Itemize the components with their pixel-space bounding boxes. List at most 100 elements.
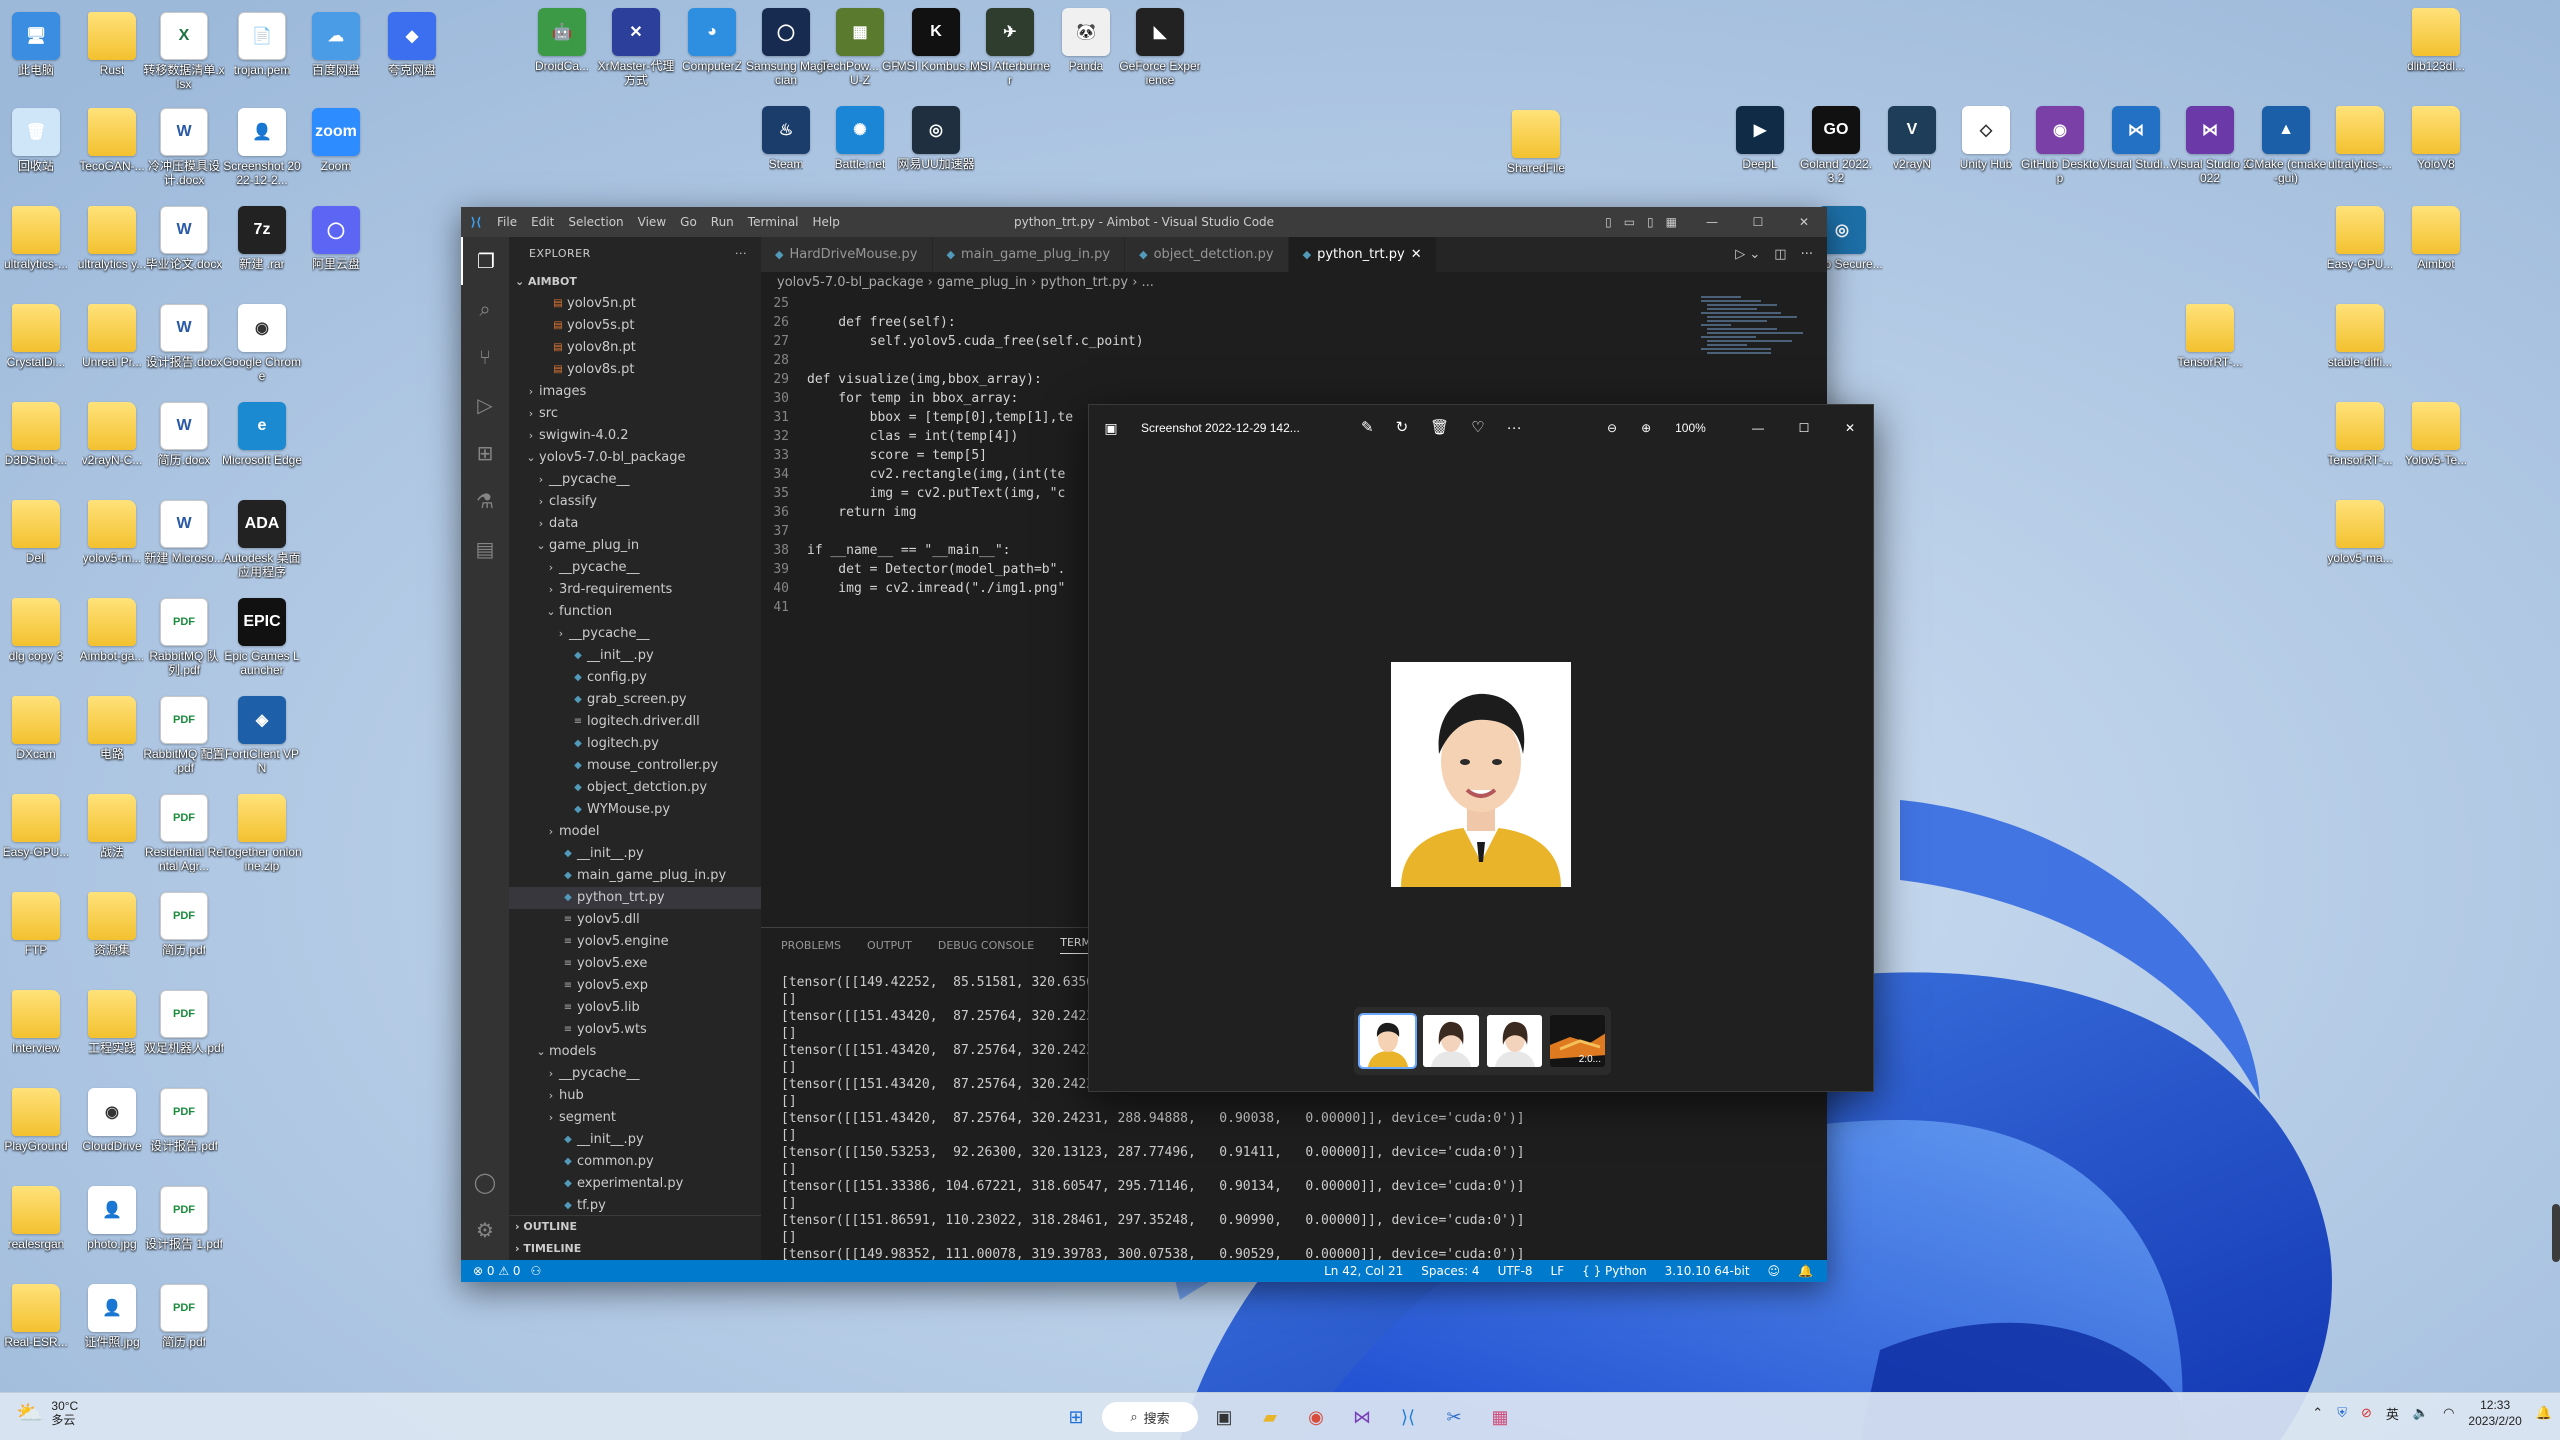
desktop-icon[interactable]: e Microsoft Edge xyxy=(221,402,303,481)
desktop-icon[interactable]: W 冷冲压模具设计.docx xyxy=(143,108,225,187)
file-explorer-icon[interactable]: ▰ xyxy=(1250,1397,1290,1437)
desktop-icon[interactable]: ultralytics-... xyxy=(0,206,77,285)
desktop-icon[interactable]: Aimbot-ga... xyxy=(71,598,153,677)
desktop-icon[interactable]: PDF 双足机器人.pdf xyxy=(143,990,225,1069)
weather-widget[interactable]: ⛅ 30°C 多云 xyxy=(16,1399,78,1427)
desktop-icon[interactable]: Easy-GPU... xyxy=(0,794,77,873)
desktop-icon[interactable]: EPIC Epic Games Launcher xyxy=(221,598,303,677)
viewer-maximize-button[interactable]: ☐ xyxy=(1781,405,1827,451)
tree-file[interactable]: ◆ main_game_plug_in.py xyxy=(509,865,761,887)
desktop-icon[interactable]: PDF RabbitMQ 配置 .pdf xyxy=(143,696,225,775)
timeline-section[interactable]: › TIMELINE xyxy=(509,1238,761,1260)
desktop-icon[interactable]: Together onlonine.zip xyxy=(221,794,303,873)
tree-folder[interactable]: › model xyxy=(509,821,761,843)
more-actions-icon[interactable]: ··· xyxy=(735,237,747,271)
desktop-icon[interactable]: Unreal Pr... xyxy=(71,304,153,383)
zoom-level[interactable]: 100% xyxy=(1675,405,1706,451)
desktop-icon[interactable]: 👤 photo.jpg xyxy=(71,1186,153,1265)
desktop-icon[interactable]: PDF Residential Rental Agr... xyxy=(143,794,225,873)
tree-file[interactable]: ≡ yolov5.dll xyxy=(509,909,761,931)
desktop-icon[interactable]: PDF RabbitMQ 队列.pdf xyxy=(143,598,225,677)
tree-folder[interactable]: › __pycache__ xyxy=(509,623,761,645)
panel-tab[interactable]: OUTPUT xyxy=(867,939,912,952)
tree-file[interactable]: ◆ grab_screen.py xyxy=(509,689,761,711)
desktop-icon[interactable]: ◯ Samsung Magician xyxy=(745,8,827,87)
desktop-icon[interactable]: ✕ XrMaster-代理方式 xyxy=(595,8,677,87)
breadcrumb[interactable]: yolov5-7.0-bl_package › game_plug_in › p… xyxy=(761,272,1827,294)
snipping-tool-icon[interactable]: ✂ xyxy=(1434,1397,1474,1437)
desktop-icon[interactable]: ultralytics-... xyxy=(2319,106,2401,185)
desktop-icon[interactable]: 🐼 Panda xyxy=(1045,8,1127,87)
menu-item[interactable]: File xyxy=(497,215,517,229)
desktop-icon[interactable]: Easy-GPU... xyxy=(2319,206,2401,285)
tree-file[interactable]: ◆ __init__.py xyxy=(509,645,761,667)
desktop-icon[interactable]: ADA Autodesk 桌面应用程序 xyxy=(221,500,303,579)
tree-folder[interactable]: ⌄ models xyxy=(509,1041,761,1063)
desktop-icon[interactable]: 🗑 回收站 xyxy=(0,108,77,187)
maximize-button[interactable]: ☐ xyxy=(1735,207,1781,237)
tree-file[interactable]: ◆ tf.py xyxy=(509,1195,761,1217)
desktop-icon[interactable]: dlib123dl... xyxy=(2395,8,2477,87)
menu-item[interactable]: Edit xyxy=(531,215,554,229)
problems-status[interactable]: ⊗ 0 ⚠ 0 xyxy=(473,1264,521,1278)
desktop-icon[interactable]: ▶ DeepL xyxy=(1719,106,1801,185)
tree-file[interactable]: ◆ object_detction.py xyxy=(509,777,761,799)
editor-tab[interactable]: ◆ main_game_plug_in.py xyxy=(932,237,1126,272)
chrome-icon[interactable]: ◉ xyxy=(1296,1397,1336,1437)
speaker-icon[interactable]: 🔈 xyxy=(2413,1405,2429,1421)
run-file-icon[interactable]: ▷ ⌄ xyxy=(1735,247,1760,262)
desktop-icon[interactable]: W 简历.docx xyxy=(143,402,225,481)
editor-tab[interactable]: ◆ python_trt.py ✕ xyxy=(1288,237,1437,272)
tree-folder[interactable]: ⌄ yolov5-7.0-bl_package xyxy=(509,447,761,469)
encoding-status[interactable]: UTF-8 xyxy=(1498,1264,1533,1278)
desktop-icon[interactable]: ultralytics y... xyxy=(71,206,153,285)
tree-file[interactable]: ≡ yolov5.lib xyxy=(509,997,761,1019)
desktop-icon[interactable]: YoloV8 xyxy=(2395,106,2477,185)
extensions-icon[interactable]: ⊞ xyxy=(461,429,509,477)
tree-file[interactable]: ≡ yolov5.engine xyxy=(509,931,761,953)
desktop-icon[interactable]: ⋈ Visual Studi... xyxy=(2095,106,2177,185)
toggle-panel-icon[interactable]: ▭ xyxy=(1624,207,1635,237)
tree-folder[interactable]: › segment xyxy=(509,1107,761,1129)
photos-taskbar-icon[interactable]: ▦ xyxy=(1480,1397,1520,1437)
toggle-secondary-sidebar-icon[interactable]: ▯ xyxy=(1647,207,1654,237)
desktop-icon[interactable]: W 毕业论文.docx xyxy=(143,206,225,285)
menu-item[interactable]: Terminal xyxy=(748,215,799,229)
python-interpreter[interactable]: 3.10.10 64-bit xyxy=(1665,1264,1750,1278)
tree-file[interactable]: ≡ yolov5.wts xyxy=(509,1019,761,1041)
desktop-icon[interactable]: Vv2rayN xyxy=(1871,106,1953,185)
desktop-icon[interactable]: W 设计报告.docx xyxy=(143,304,225,383)
tree-file[interactable]: ≡ logitech.driver.dll xyxy=(509,711,761,733)
desktop-icon[interactable]: W 新建 Microso... xyxy=(143,500,225,579)
more-options-icon[interactable]: ··· xyxy=(1507,405,1522,451)
desktop-icon[interactable]: 资源集 xyxy=(71,892,153,971)
run-debug-icon[interactable]: ▷ xyxy=(461,381,509,429)
desktop-icon[interactable]: ◇ Unity Hub xyxy=(1945,106,2027,185)
desktop-icon[interactable]: ◎ 网易UU加速器 xyxy=(895,106,977,185)
tree-folder[interactable]: › 3rd-requirements xyxy=(509,579,761,601)
desktop-icon[interactable]: Aimbot xyxy=(2395,206,2477,285)
desktop-icon[interactable]: ◉ GitHub Desktop xyxy=(2019,106,2101,185)
tree-file[interactable]: ◆ logitech.py xyxy=(509,733,761,755)
desktop-icon[interactable]: ◣ GeForce Experience xyxy=(1119,8,1201,87)
desktop-icon[interactable]: PDF 设计报告.pdf xyxy=(143,1088,225,1167)
tree-file[interactable]: ◆ common.py xyxy=(509,1151,761,1173)
vscode-taskbar-icon[interactable]: ⟩⟨ xyxy=(1388,1397,1428,1437)
remote-explorer-icon[interactable]: ▤ xyxy=(461,525,509,573)
thumbnail-4[interactable]: 2:0... xyxy=(1549,1015,1605,1067)
desktop-icon[interactable]: PDF 简历.pdf xyxy=(143,892,225,971)
task-view-icon[interactable]: ▣ xyxy=(1204,1397,1244,1437)
desktop-icon[interactable]: D3DShot-... xyxy=(0,402,77,481)
desktop-icon[interactable]: 战法 xyxy=(71,794,153,873)
editor-more-icon[interactable]: ··· xyxy=(1801,247,1813,262)
tab-close-icon[interactable]: ✕ xyxy=(1411,237,1422,272)
tree-file[interactable]: ≡ yolov5.exp xyxy=(509,975,761,997)
tree-folder[interactable]: › data xyxy=(509,513,761,535)
desktop-icon[interactable]: realesrgan xyxy=(0,1186,77,1265)
tree-file[interactable]: ◆ mouse_controller.py xyxy=(509,755,761,777)
desktop-icon[interactable]: X 转移数据清单.xlsx xyxy=(143,12,225,91)
delete-icon[interactable]: 🗑 xyxy=(1430,405,1449,451)
desktop-icon[interactable]: SharedFile xyxy=(1495,110,1577,189)
tree-folder[interactable]: › classify xyxy=(509,491,761,513)
language-mode[interactable]: { } Python xyxy=(1582,1264,1647,1278)
